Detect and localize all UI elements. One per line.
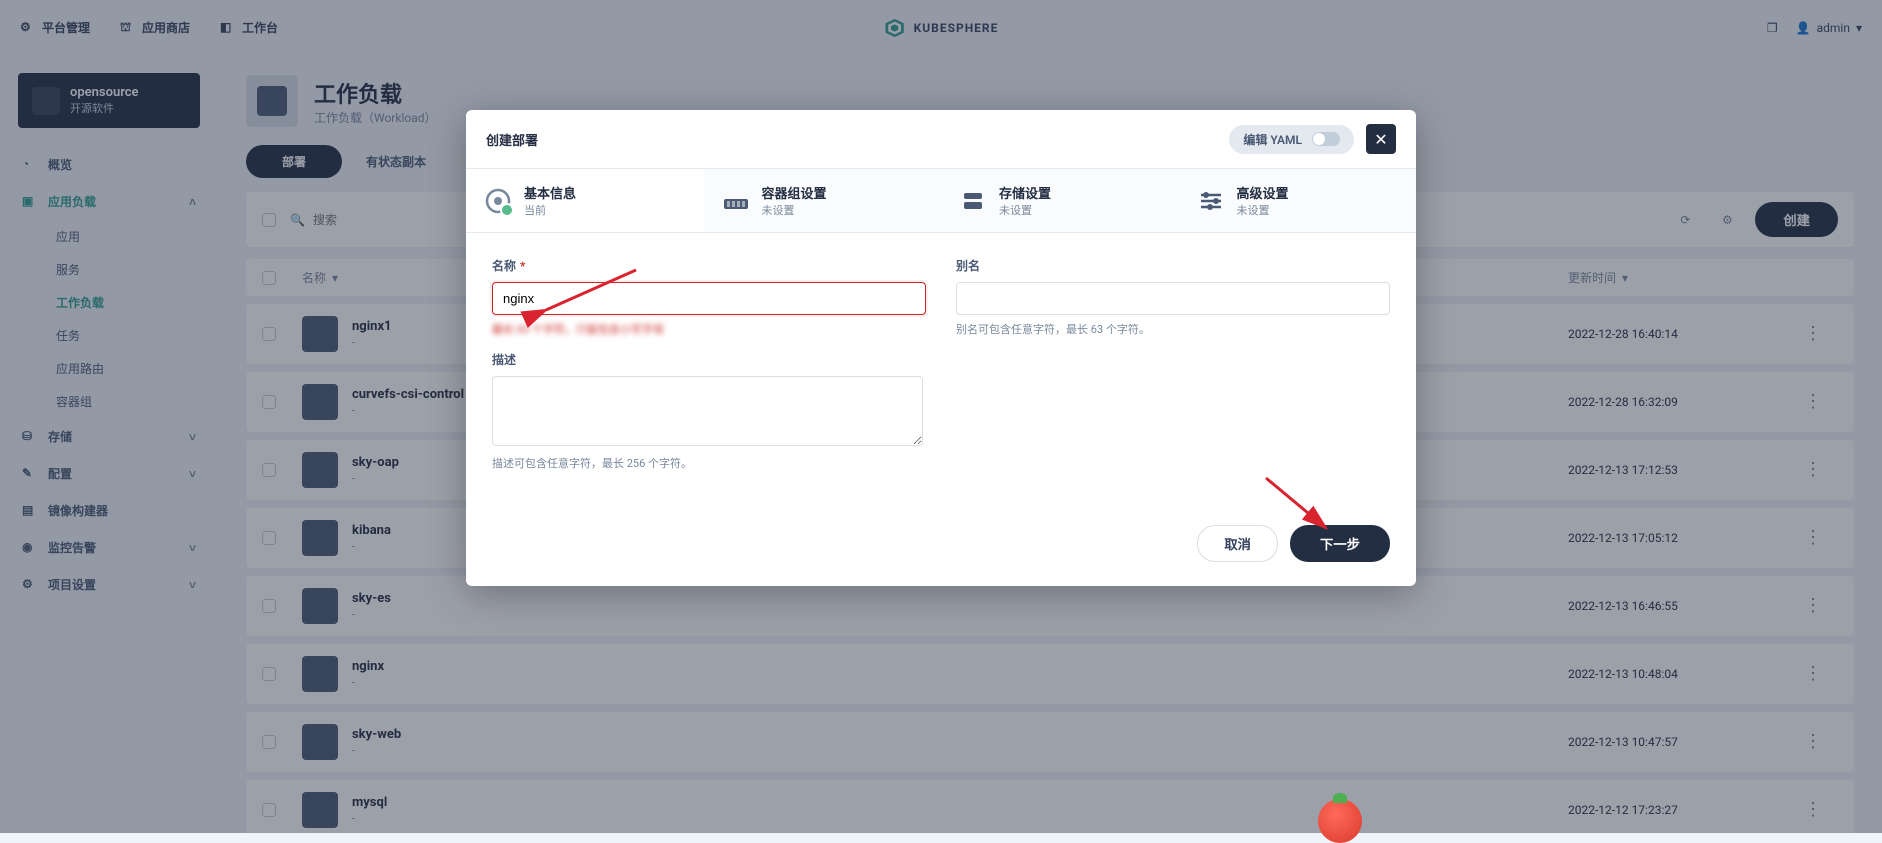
name-input[interactable] xyxy=(492,282,926,315)
step-advanced-settings[interactable]: 高级设置未设置 xyxy=(1179,169,1417,232)
alias-hint: 别名可包含任意字符，最长 63 个字符。 xyxy=(956,321,1390,337)
desc-input[interactable] xyxy=(492,376,923,446)
step-storage-settings[interactable]: 存储设置未设置 xyxy=(941,169,1179,232)
edit-yaml-toggle[interactable]: 编辑 YAML xyxy=(1229,125,1354,154)
step-basic-info[interactable]: 基本信息当前 xyxy=(466,169,704,232)
desc-label: 描述 xyxy=(492,351,923,368)
modal-body: 名称* 最长 63 个字符，只能包含小写字母 别名 别名可包含任意字符，最长 6… xyxy=(466,233,1416,507)
alias-input[interactable] xyxy=(956,282,1390,315)
create-deploy-modal: 创建部署 编辑 YAML ✕ 基本信息当前 容器组设置未设置 存储设置未设置 高… xyxy=(466,110,1416,586)
basic-info-icon xyxy=(484,187,512,215)
modal-footer: 取消 下一步 xyxy=(466,507,1416,586)
modal-steps: 基本信息当前 容器组设置未设置 存储设置未设置 高级设置未设置 xyxy=(466,169,1416,233)
desc-hint: 描述可包含任意字符，最长 256 个字符。 xyxy=(492,455,923,471)
storage-step-icon xyxy=(959,187,987,215)
modal-title: 创建部署 xyxy=(486,130,538,149)
step-pod-settings[interactable]: 容器组设置未设置 xyxy=(704,169,942,232)
toggle-switch[interactable] xyxy=(1312,132,1340,146)
cancel-button[interactable]: 取消 xyxy=(1197,525,1278,562)
close-icon[interactable]: ✕ xyxy=(1366,124,1396,154)
next-button[interactable]: 下一步 xyxy=(1290,525,1390,562)
container-icon xyxy=(722,187,750,215)
modal-overlay[interactable]: 创建部署 编辑 YAML ✕ 基本信息当前 容器组设置未设置 存储设置未设置 高… xyxy=(0,0,1882,833)
tomato-avatar xyxy=(1318,799,1362,843)
sliders-icon xyxy=(1197,187,1225,215)
name-label: 名称* xyxy=(492,257,926,274)
name-hint: 最长 63 个字符，只能包含小写字母 xyxy=(492,321,926,337)
modal-header: 创建部署 编辑 YAML ✕ xyxy=(466,110,1416,169)
alias-label: 别名 xyxy=(956,257,1390,274)
